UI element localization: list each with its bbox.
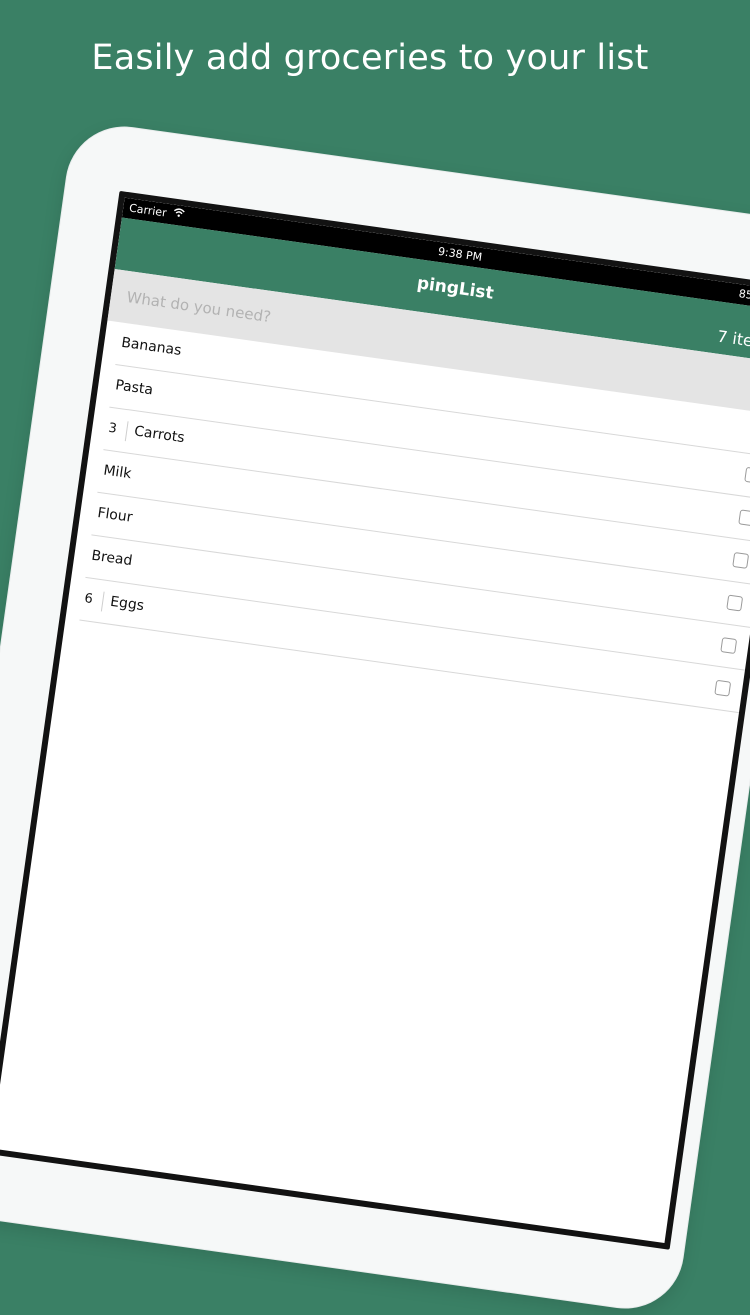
item-count: 7 items	[716, 326, 750, 354]
item-checkbox[interactable]	[714, 679, 732, 697]
battery-percentage: 85%	[737, 287, 750, 304]
item-quantity: 3	[107, 420, 118, 437]
item-checkbox[interactable]	[732, 551, 750, 569]
quantity-divider	[124, 421, 129, 442]
quantity-divider	[100, 591, 105, 612]
item-name: Milk	[102, 462, 133, 483]
item-checkbox[interactable]	[738, 509, 750, 527]
item-name: Bread	[90, 547, 134, 570]
item-checkbox[interactable]	[720, 637, 738, 655]
item-checkbox[interactable]	[744, 466, 750, 484]
item-quantity: 6	[83, 591, 94, 608]
item-name: Pasta	[114, 377, 154, 399]
item-name: Eggs	[109, 593, 146, 615]
tablet-device: Carrier 9:38 PM 85% pingList 7 items Ban…	[0, 120, 750, 1315]
promo-headline: Easily add groceries to your list	[91, 38, 649, 78]
item-checkbox[interactable]	[726, 594, 744, 612]
item-name: Flour	[96, 505, 134, 526]
app-screen: Carrier 9:38 PM 85% pingList 7 items Ban…	[0, 190, 750, 1250]
item-name: Carrots	[133, 423, 186, 447]
item-name: Bananas	[120, 334, 183, 359]
